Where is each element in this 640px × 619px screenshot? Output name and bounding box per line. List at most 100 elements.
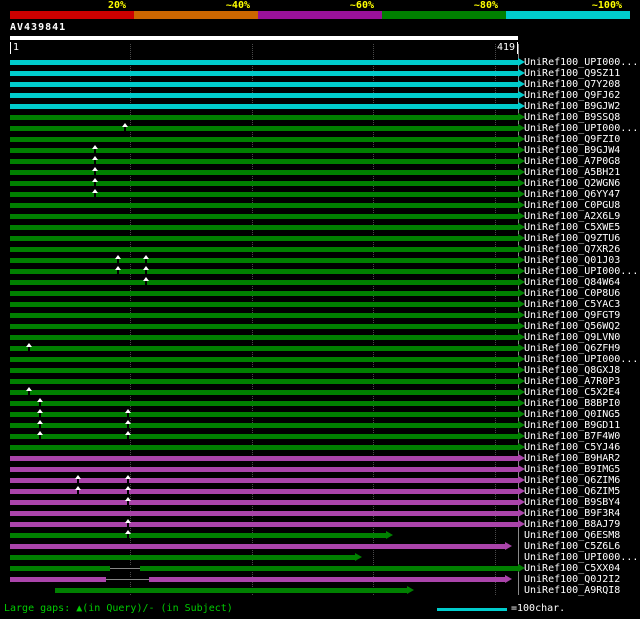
row-label[interactable]: UniRef100_B8AJ79 xyxy=(524,519,620,530)
alignment-bar[interactable] xyxy=(10,346,518,351)
alignment-bar[interactable] xyxy=(10,115,518,120)
alignment-bar[interactable] xyxy=(10,467,518,472)
row-label[interactable]: UniRef100_Q0ING5 xyxy=(524,409,620,420)
alignment-row[interactable]: UniRef100_Q6ZIM5 xyxy=(0,486,640,497)
alignment-row[interactable]: UniRef100_UPI000... xyxy=(0,123,640,134)
alignment-bar[interactable] xyxy=(10,302,518,307)
alignment-bar[interactable] xyxy=(10,104,518,109)
row-label[interactable]: UniRef100_C0P8U6 xyxy=(524,288,620,299)
alignment-row[interactable]: UniRef100_A9RQI8 xyxy=(0,585,640,596)
row-label[interactable]: UniRef100_Q9FJ62 xyxy=(524,90,620,101)
alignment-row[interactable]: UniRef100_C0PGU8 xyxy=(0,200,640,211)
row-label[interactable]: UniRef100_B9SSQ8 xyxy=(524,112,620,123)
alignment-row[interactable]: UniRef100_Q9FJ62 xyxy=(0,90,640,101)
alignment-row[interactable]: UniRef100_Q56WQ2 xyxy=(0,321,640,332)
alignment-row[interactable]: UniRef100_B9GJW4 xyxy=(0,145,640,156)
row-label[interactable]: UniRef100_Q2WGN6 xyxy=(524,178,620,189)
alignment-row[interactable]: UniRef100_UPI000... xyxy=(0,57,640,68)
alignment-row[interactable]: UniRef100_UPI000... xyxy=(0,354,640,365)
alignment-row[interactable]: UniRef100_Q01J03 xyxy=(0,255,640,266)
alignment-row[interactable]: UniRef100_A7R0P3 xyxy=(0,376,640,387)
alignment-bar[interactable] xyxy=(10,247,518,252)
row-label[interactable]: UniRef100_UPI000... xyxy=(524,552,638,563)
alignment-bar[interactable] xyxy=(10,379,518,384)
row-label[interactable]: UniRef100_B9F3R4 xyxy=(524,508,620,519)
row-label[interactable]: UniRef100_C5XX04 xyxy=(524,563,620,574)
alignment-bar[interactable] xyxy=(10,533,386,538)
alignment-bar[interactable] xyxy=(10,401,518,406)
row-label[interactable]: UniRef100_C5YAC3 xyxy=(524,299,620,310)
alignment-bar[interactable] xyxy=(10,225,518,230)
alignment-row[interactable]: UniRef100_B9SSQ8 xyxy=(0,112,640,123)
row-label[interactable]: UniRef100_Q9SZ11 xyxy=(524,68,620,79)
row-label[interactable]: UniRef100_UPI000... xyxy=(524,266,638,277)
alignment-row[interactable]: UniRef100_B9GJW2 xyxy=(0,101,640,112)
row-label[interactable]: UniRef100_UPI000... xyxy=(524,123,638,134)
alignment-bar[interactable] xyxy=(10,214,518,219)
alignment-row[interactable]: UniRef100_C5YAC3 xyxy=(0,299,640,310)
alignment-row[interactable]: UniRef100_C5XWE5 xyxy=(0,222,640,233)
row-label[interactable]: UniRef100_Q0J2I2 xyxy=(524,574,620,585)
alignment-bar[interactable] xyxy=(10,489,518,494)
alignment-row[interactable]: UniRef100_Q6ZFH9 xyxy=(0,343,640,354)
row-label[interactable]: UniRef100_B9GJW4 xyxy=(524,145,620,156)
alignment-bar[interactable] xyxy=(10,313,518,318)
alignment-row[interactable]: UniRef100_B9IMG5 xyxy=(0,464,640,475)
alignment-row[interactable]: UniRef100_Q0J2I2 xyxy=(0,574,640,585)
alignment-row[interactable]: UniRef100_B8AJ79 xyxy=(0,519,640,530)
alignment-row[interactable]: UniRef100_B8BPI0 xyxy=(0,398,640,409)
row-label[interactable]: UniRef100_Q6ZFH9 xyxy=(524,343,620,354)
alignment-row[interactable]: UniRef100_C0P8U6 xyxy=(0,288,640,299)
alignment-row[interactable]: UniRef100_Q6ZIM6 xyxy=(0,475,640,486)
row-label[interactable]: UniRef100_C5Z6L6 xyxy=(524,541,620,552)
alignment-row[interactable]: UniRef100_Q9SZ11 xyxy=(0,68,640,79)
row-label[interactable]: UniRef100_Q9FGT9 xyxy=(524,310,620,321)
alignment-bar[interactable] xyxy=(10,82,518,87)
row-label[interactable]: UniRef100_A9RQI8 xyxy=(524,585,620,596)
alignment-row[interactable]: UniRef100_A7P0G8 xyxy=(0,156,640,167)
row-label[interactable]: UniRef100_B9HAR2 xyxy=(524,453,620,464)
alignment-row[interactable]: UniRef100_Q9ZTU6 xyxy=(0,233,640,244)
alignment-bar[interactable] xyxy=(10,71,518,76)
row-label[interactable]: UniRef100_Q01J03 xyxy=(524,255,620,266)
alignment-bar[interactable] xyxy=(10,291,518,296)
alignment-row[interactable]: UniRef100_Q8GXJ8 xyxy=(0,365,640,376)
row-label[interactable]: UniRef100_Q9LVN0 xyxy=(524,332,620,343)
row-label[interactable]: UniRef100_UPI000... xyxy=(524,57,638,68)
alignment-row[interactable]: UniRef100_Q84W64 xyxy=(0,277,640,288)
alignment-bar[interactable] xyxy=(10,434,518,439)
row-label[interactable]: UniRef100_C5X2E4 xyxy=(524,387,620,398)
alignment-bar[interactable] xyxy=(10,60,518,65)
alignment-bar[interactable] xyxy=(10,324,518,329)
alignment-bar[interactable] xyxy=(10,423,518,428)
alignment-row[interactable]: UniRef100_Q9FZI0 xyxy=(0,134,640,145)
alignment-row[interactable]: UniRef100_Q2WGN6 xyxy=(0,178,640,189)
alignment-bar[interactable] xyxy=(10,258,518,263)
row-label[interactable]: UniRef100_Q7XR26 xyxy=(524,244,620,255)
row-label[interactable]: UniRef100_UPI000... xyxy=(524,354,638,365)
row-label[interactable]: UniRef100_C5YJ46 xyxy=(524,442,620,453)
row-label[interactable]: UniRef100_Q6YY47 xyxy=(524,189,620,200)
alignment-row[interactable]: UniRef100_B9HAR2 xyxy=(0,453,640,464)
alignment-bar[interactable] xyxy=(10,368,518,373)
alignment-row[interactable]: UniRef100_A2X6L9 xyxy=(0,211,640,222)
alignment-bar[interactable] xyxy=(10,269,518,274)
alignment-bar[interactable] xyxy=(10,137,518,142)
alignment-bar[interactable] xyxy=(10,203,518,208)
row-label[interactable]: UniRef100_B8BPI0 xyxy=(524,398,620,409)
alignment-bar[interactable] xyxy=(10,357,518,362)
alignment-bar[interactable] xyxy=(10,478,518,483)
alignment-bar[interactable] xyxy=(10,522,518,527)
alignment-bar[interactable] xyxy=(10,566,518,571)
row-label[interactable]: UniRef100_Q56WQ2 xyxy=(524,321,620,332)
row-label[interactable]: UniRef100_A7P0G8 xyxy=(524,156,620,167)
alignment-row[interactable]: UniRef100_B9GD11 xyxy=(0,420,640,431)
alignment-bar[interactable] xyxy=(10,456,518,461)
alignment-bar[interactable] xyxy=(10,577,505,582)
alignment-bar[interactable] xyxy=(10,159,518,164)
alignment-row[interactable]: UniRef100_C5YJ46 xyxy=(0,442,640,453)
alignment-bar[interactable] xyxy=(10,555,356,560)
alignment-bar[interactable] xyxy=(10,390,518,395)
alignment-row[interactable]: UniRef100_A5BH21 xyxy=(0,167,640,178)
alignment-row[interactable]: UniRef100_C5Z6L6 xyxy=(0,541,640,552)
